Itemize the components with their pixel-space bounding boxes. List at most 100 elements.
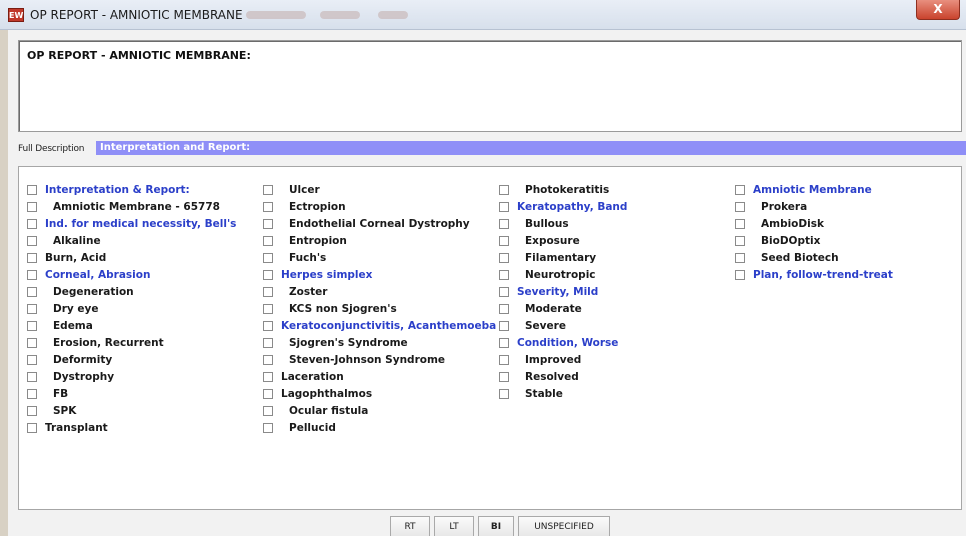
rt-button[interactable]: RT: [390, 516, 430, 536]
checkbox[interactable]: [735, 235, 745, 246]
checkbox[interactable]: [27, 303, 37, 314]
checkbox[interactable]: [27, 371, 37, 382]
checkbox-item[interactable]: Moderate: [499, 300, 627, 317]
checkbox-item[interactable]: Fuch's: [263, 249, 496, 266]
checkbox[interactable]: [499, 337, 509, 348]
checkbox-item[interactable]: Filamentary: [499, 249, 627, 266]
checkbox[interactable]: [263, 422, 273, 433]
checkbox-item[interactable]: Ectropion: [263, 198, 496, 215]
checkbox[interactable]: [27, 235, 37, 246]
checkbox-item[interactable]: Degeneration: [27, 283, 236, 300]
checkbox[interactable]: [27, 337, 37, 348]
checkbox[interactable]: [27, 405, 37, 416]
report-textarea[interactable]: OP REPORT - AMNIOTIC MEMBRANE:: [18, 40, 962, 132]
checkbox[interactable]: [263, 303, 273, 314]
checkbox-item[interactable]: Pellucid: [263, 419, 496, 436]
checkbox-item[interactable]: Neurotropic: [499, 266, 627, 283]
checkbox-item[interactable]: KCS non Sjogren's: [263, 300, 496, 317]
checkbox[interactable]: [499, 303, 509, 314]
checkbox[interactable]: [263, 320, 273, 331]
checkbox[interactable]: [499, 354, 509, 365]
checkbox[interactable]: [263, 354, 273, 365]
checkbox[interactable]: [263, 235, 273, 246]
checkbox-item[interactable]: AmbioDisk: [735, 215, 893, 232]
checkbox[interactable]: [263, 371, 273, 382]
checkbox-item[interactable]: Sjogren's Syndrome: [263, 334, 496, 351]
checkbox-item[interactable]: Dry eye: [27, 300, 236, 317]
checkbox-item[interactable]: BioDOptix: [735, 232, 893, 249]
checkbox[interactable]: [27, 354, 37, 365]
checkbox[interactable]: [263, 201, 273, 212]
checkbox[interactable]: [499, 320, 509, 331]
checkbox[interactable]: [499, 218, 509, 229]
checkbox-item[interactable]: Plan, follow-trend-treat: [735, 266, 893, 283]
checkbox[interactable]: [263, 405, 273, 416]
checkbox-item[interactable]: Steven-Johnson Syndrome: [263, 351, 496, 368]
checkbox-item[interactable]: Amniotic Membrane - 65778: [27, 198, 236, 215]
checkbox-item[interactable]: Transplant: [27, 419, 236, 436]
checkbox-item[interactable]: Herpes simplex: [263, 266, 496, 283]
checkbox-item[interactable]: Entropion: [263, 232, 496, 249]
lt-button[interactable]: LT: [434, 516, 474, 536]
checkbox[interactable]: [735, 269, 745, 280]
checkbox-item[interactable]: SPK: [27, 402, 236, 419]
checkbox[interactable]: [499, 235, 509, 246]
checkbox-item[interactable]: Corneal, Abrasion: [27, 266, 236, 283]
checkbox[interactable]: [27, 286, 37, 297]
checkbox[interactable]: [27, 201, 37, 212]
checkbox[interactable]: [499, 388, 509, 399]
checkbox[interactable]: [27, 184, 37, 195]
checkbox-item[interactable]: FB: [27, 385, 236, 402]
checkbox-item[interactable]: Improved: [499, 351, 627, 368]
checkbox-item[interactable]: Ulcer: [263, 181, 496, 198]
checkbox[interactable]: [263, 337, 273, 348]
checkbox-item[interactable]: Ocular fistula: [263, 402, 496, 419]
checkbox[interactable]: [263, 286, 273, 297]
checkbox-item[interactable]: Laceration: [263, 368, 496, 385]
checkbox[interactable]: [27, 388, 37, 399]
checkbox[interactable]: [263, 218, 273, 229]
checkbox[interactable]: [735, 252, 745, 263]
checkbox-item[interactable]: Condition, Worse: [499, 334, 627, 351]
checkbox-item[interactable]: Keratoconjunctivitis, Acanthemoeba: [263, 317, 496, 334]
checkbox-item[interactable]: Lagophthalmos: [263, 385, 496, 402]
checkbox[interactable]: [735, 184, 745, 195]
checkbox[interactable]: [27, 320, 37, 331]
checkbox[interactable]: [27, 422, 37, 433]
checkbox-item[interactable]: Ind. for medical necessity, Bell's: [27, 215, 236, 232]
checkbox[interactable]: [27, 252, 37, 263]
checkbox[interactable]: [263, 388, 273, 399]
full-description-field[interactable]: Interpretation and Report:: [96, 141, 966, 155]
checkbox-item[interactable]: Endothelial Corneal Dystrophy: [263, 215, 496, 232]
checkbox[interactable]: [263, 269, 273, 280]
checkbox[interactable]: [263, 252, 273, 263]
checkbox-item[interactable]: Alkaline: [27, 232, 236, 249]
checkbox[interactable]: [263, 184, 273, 195]
checkbox-item[interactable]: Erosion, Recurrent: [27, 334, 236, 351]
checkbox-item[interactable]: Bullous: [499, 215, 627, 232]
checkbox-item[interactable]: Amniotic Membrane: [735, 181, 893, 198]
checkbox-item[interactable]: Interpretation & Report:: [27, 181, 236, 198]
checkbox[interactable]: [27, 218, 37, 229]
checkbox-item[interactable]: Dystrophy: [27, 368, 236, 385]
checkbox-item[interactable]: Burn, Acid: [27, 249, 236, 266]
checkbox-item[interactable]: Edema: [27, 317, 236, 334]
unspecified-button[interactable]: UNSPECIFIED: [518, 516, 610, 536]
checkbox-item[interactable]: Keratopathy, Band: [499, 198, 627, 215]
bi-button[interactable]: BI: [478, 516, 514, 536]
checkbox-item[interactable]: Seed Biotech: [735, 249, 893, 266]
close-button[interactable]: X: [916, 0, 960, 20]
checkbox-item[interactable]: Deformity: [27, 351, 236, 368]
checkbox-item[interactable]: Stable: [499, 385, 627, 402]
checkbox[interactable]: [499, 371, 509, 382]
checkbox-item[interactable]: Prokera: [735, 198, 893, 215]
checkbox-item[interactable]: Photokeratitis: [499, 181, 627, 198]
checkbox[interactable]: [735, 201, 745, 212]
checkbox[interactable]: [499, 201, 509, 212]
checkbox-item[interactable]: Severity, Mild: [499, 283, 627, 300]
checkbox[interactable]: [499, 184, 509, 195]
checkbox[interactable]: [27, 269, 37, 280]
checkbox[interactable]: [499, 252, 509, 263]
checkbox-item[interactable]: Severe: [499, 317, 627, 334]
checkbox-item[interactable]: Zoster: [263, 283, 496, 300]
